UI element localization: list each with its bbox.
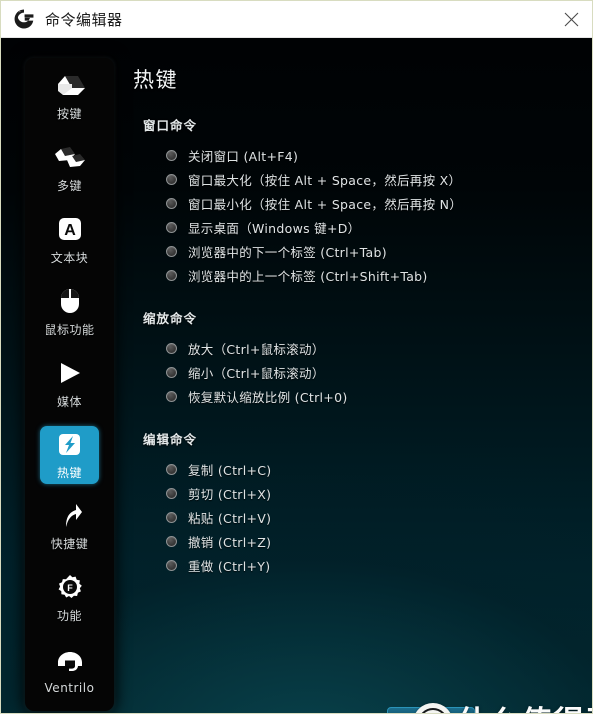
hotkey-bolt-icon (57, 429, 82, 459)
radio-bullet-icon[interactable] (166, 390, 177, 402)
command-label: 显示桌面（Windows 键+D） (188, 220, 361, 236)
radio-bullet-icon[interactable] (166, 197, 177, 209)
section-header: 缩放命令 (143, 311, 198, 326)
command-label: 粘贴 (Ctrl+V) (188, 510, 272, 526)
content-area: 按键 多键 A 文本块 鼠标功能 媒体 热键 快捷键 F 功能 Ventrilo… (1, 38, 592, 713)
sidebar-item-mouse[interactable]: 鼠标功能 (25, 282, 114, 342)
gear-f-icon: F (57, 572, 83, 602)
command-label: 复制 (Ctrl+C) (188, 462, 272, 478)
command-label: 剪切 (Ctrl+X) (188, 486, 272, 502)
play-icon (57, 358, 83, 388)
list-item[interactable]: 窗口最小化（按住 Alt + Space，然后再按 N） (166, 191, 586, 215)
section-header: 窗口命令 (143, 118, 198, 133)
headset-icon (56, 646, 84, 676)
svg-text:F: F (67, 583, 73, 593)
logitech-g-icon (14, 9, 34, 29)
list-item[interactable]: 撤销 (Ctrl+Z) (166, 529, 586, 553)
sidebar-item-label: 按键 (56, 107, 82, 121)
sidebar-item-label: 热键 (56, 466, 82, 480)
radio-bullet-icon[interactable] (166, 149, 177, 161)
radio-bullet-icon[interactable] (166, 269, 177, 281)
command-label: 关闭窗口 (Alt+F4) (188, 148, 299, 164)
radio-bullet-icon[interactable] (166, 463, 177, 475)
section-window-commands: 窗口命令 关闭窗口 (Alt+F4) 窗口最大化（按住 Alt + Space，… (133, 115, 586, 287)
sidebar-item-label: 快捷键 (50, 537, 89, 551)
list-item[interactable]: 缩小（Ctrl+鼠标滚动） (166, 360, 586, 384)
command-label: 窗口最小化（按住 Alt + Space，然后再按 N） (188, 196, 463, 212)
list-item[interactable]: 浏览器中的上一个标签 (Ctrl+Shift+Tab) (166, 263, 586, 287)
close-button[interactable] (548, 1, 592, 37)
sidebar-item-shortcut[interactable]: 快捷键 (25, 496, 114, 556)
keycap-icon (54, 70, 86, 100)
command-label: 浏览器中的上一个标签 (Ctrl+Shift+Tab) (188, 268, 428, 284)
command-label: 恢复默认缩放比例 (Ctrl+0) (188, 389, 348, 405)
sidebar: 按键 多键 A 文本块 鼠标功能 媒体 热键 快捷键 F 功能 Ventrilo (25, 58, 114, 711)
list-item[interactable]: 复制 (Ctrl+C) (166, 457, 586, 481)
sidebar-item-textblock[interactable]: A 文本块 (25, 210, 114, 270)
list-item[interactable]: 粘贴 (Ctrl+V) (166, 505, 586, 529)
list-item[interactable]: 放大（Ctrl+鼠标滚动） (166, 336, 586, 360)
sidebar-item-multikey[interactable]: 多键 (25, 138, 114, 198)
command-list: 关闭窗口 (Alt+F4) 窗口最大化（按住 Alt + Space，然后再按 … (133, 143, 586, 287)
sidebar-item-label: 功能 (56, 609, 82, 623)
mouse-icon (60, 286, 80, 316)
sidebar-item-keys[interactable]: 按键 (25, 66, 114, 126)
list-item[interactable]: 窗口最大化（按住 Alt + Space，然后再按 X） (166, 167, 586, 191)
list-item[interactable]: 显示桌面（Windows 键+D） (166, 215, 586, 239)
radio-bullet-icon[interactable] (166, 559, 177, 571)
radio-bullet-icon[interactable] (166, 366, 177, 378)
sidebar-item-ventrilo[interactable]: Ventrilo (25, 640, 114, 700)
sidebar-item-label: 媒体 (56, 395, 82, 409)
radio-bullet-icon[interactable] (166, 221, 177, 233)
multi-keycap-icon (53, 142, 87, 172)
confirm-button[interactable]: 确定 (387, 707, 475, 713)
shortcut-arrow-icon (57, 500, 83, 530)
sidebar-item-label: 鼠标功能 (44, 323, 95, 337)
section-header: 编辑命令 (143, 432, 198, 447)
command-label: 浏览器中的下一个标签 (Ctrl+Tab) (188, 244, 387, 260)
radio-bullet-icon[interactable] (166, 487, 177, 499)
page-title: 热键 (133, 68, 178, 92)
window-title: 命令编辑器 (45, 10, 123, 29)
command-label: 撤销 (Ctrl+Z) (188, 534, 272, 550)
command-label: 放大（Ctrl+鼠标滚动） (188, 341, 325, 357)
text-block-icon: A (58, 214, 82, 244)
radio-bullet-icon[interactable] (166, 535, 177, 547)
sidebar-item-label: 多键 (56, 179, 82, 193)
section-zoom-commands: 缩放命令 放大（Ctrl+鼠标滚动） 缩小（Ctrl+鼠标滚动） 恢复默认缩放比… (133, 308, 586, 408)
radio-bullet-icon[interactable] (166, 245, 177, 257)
close-icon (564, 12, 578, 26)
list-item[interactable]: 关闭窗口 (Alt+F4) (166, 143, 586, 167)
sidebar-item-function[interactable]: F 功能 (25, 568, 114, 628)
command-label: 窗口最大化（按住 Alt + Space，然后再按 X） (188, 172, 462, 188)
radio-bullet-icon[interactable] (166, 342, 177, 354)
section-edit-commands: 编辑命令 复制 (Ctrl+C) 剪切 (Ctrl+X) 粘贴 (Ctrl+V) (133, 429, 586, 577)
list-item[interactable]: 剪切 (Ctrl+X) (166, 481, 586, 505)
command-list: 复制 (Ctrl+C) 剪切 (Ctrl+X) 粘贴 (Ctrl+V) 撤销 (… (133, 457, 586, 577)
titlebar: 命令编辑器 (1, 1, 592, 38)
sidebar-item-label: Ventrilo (44, 680, 95, 695)
list-item[interactable]: 重做 (Ctrl+Y) (166, 553, 586, 577)
command-editor-window: 命令编辑器 按键 多键 A 文本块 鼠标功能 媒体 热键 快捷键 F 功能 Ve… (0, 0, 593, 714)
svg-text:A: A (64, 222, 76, 239)
command-list: 放大（Ctrl+鼠标滚动） 缩小（Ctrl+鼠标滚动） 恢复默认缩放比例 (Ct… (133, 336, 586, 408)
sidebar-item-hotkey[interactable]: 热键 (40, 426, 99, 484)
sidebar-item-media[interactable]: 媒体 (25, 354, 114, 414)
list-item[interactable]: 恢复默认缩放比例 (Ctrl+0) (166, 384, 586, 408)
radio-bullet-icon[interactable] (166, 173, 177, 185)
command-label: 重做 (Ctrl+Y) (188, 558, 271, 574)
list-item[interactable]: 浏览器中的下一个标签 (Ctrl+Tab) (166, 239, 586, 263)
main-panel: 热键 窗口命令 关闭窗口 (Alt+F4) 窗口最大化（按住 Alt + Spa… (133, 58, 586, 713)
command-label: 缩小（Ctrl+鼠标滚动） (188, 365, 325, 381)
sidebar-item-label: 文本块 (50, 251, 89, 265)
radio-bullet-icon[interactable] (166, 511, 177, 523)
